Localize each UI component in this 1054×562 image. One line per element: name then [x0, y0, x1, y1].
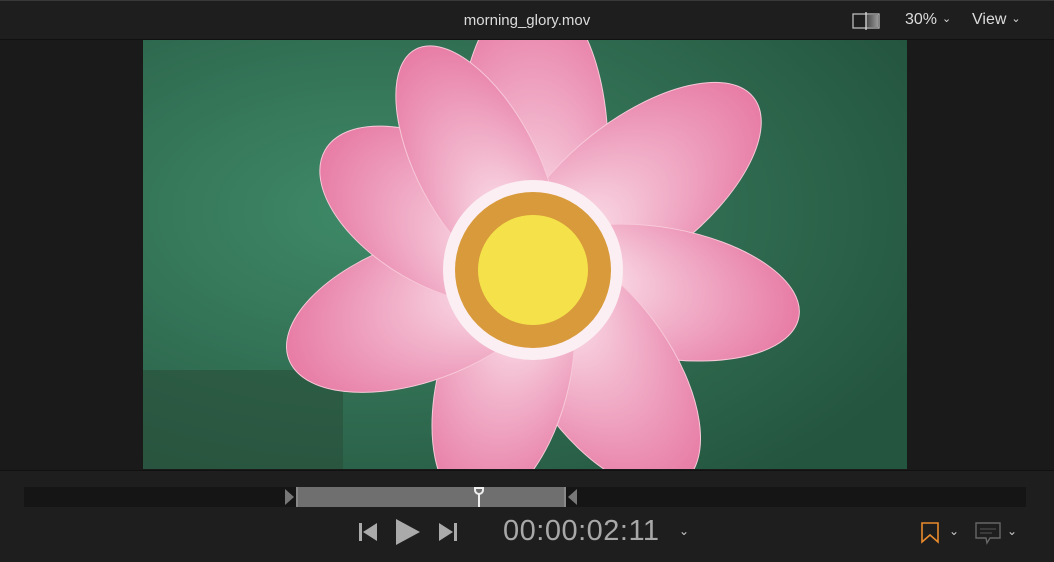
chevron-down-icon[interactable]: ⌄ [949, 524, 959, 538]
chevron-down-icon[interactable]: ⌄ [679, 524, 689, 538]
bookmark-icon[interactable] [920, 521, 940, 544]
viewer-header: morning_glory.mov 30% ⌄ View ⌄ [0, 0, 1054, 40]
range-start-handle[interactable] [285, 489, 294, 505]
view-label: View [972, 11, 1007, 28]
skip-end-icon[interactable] [438, 522, 458, 542]
video-frame [143, 40, 907, 469]
zoom-value: 30% [905, 11, 938, 28]
chevron-down-icon: ⌄ [942, 13, 952, 25]
selection-range[interactable] [296, 487, 566, 507]
chevron-down-icon[interactable]: ⌄ [1007, 524, 1017, 538]
play-icon[interactable] [395, 518, 421, 546]
view-menu[interactable]: View ⌄ [972, 11, 1021, 29]
chevron-down-icon: ⌄ [1011, 13, 1021, 25]
compare-icon[interactable] [852, 12, 880, 30]
timecode-display[interactable]: 00:00:02:11 [503, 515, 660, 548]
zoom-dropdown[interactable]: 30% ⌄ [905, 11, 951, 29]
flower-image [143, 40, 907, 469]
caption-icon[interactable] [974, 521, 1002, 545]
range-end-handle[interactable] [568, 489, 577, 505]
skip-start-icon[interactable] [358, 522, 378, 542]
clip-title: morning_glory.mov [463, 12, 591, 29]
